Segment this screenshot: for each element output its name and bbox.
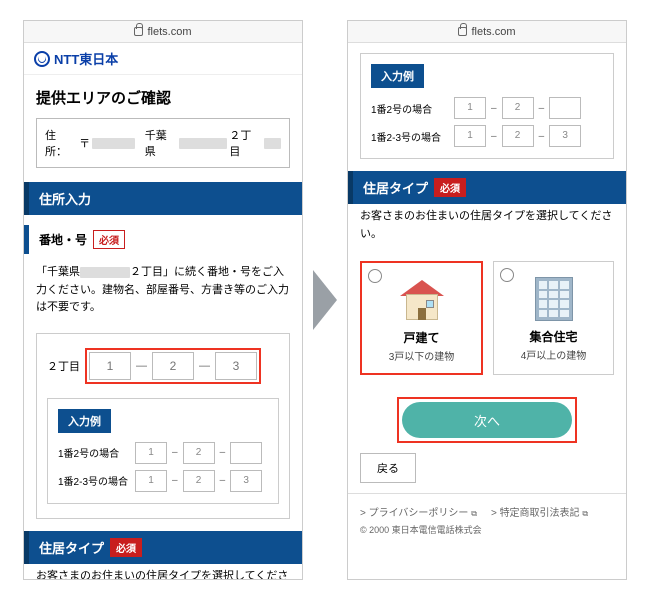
next-highlight: 次へ <box>397 397 577 443</box>
external-icon: ⧉ <box>471 509 477 518</box>
page-title: 提供エリアのご確認 <box>24 75 302 118</box>
option-apartment[interactable]: 集合住宅 4戸以上の建物 <box>493 261 614 375</box>
residence-type-options: 戸建て 3戸以下の建物 集合住宅 4戸以上の建物 <box>348 253 626 383</box>
url-text: flets.com <box>471 26 515 38</box>
example-header: 入力例 <box>371 64 424 88</box>
banchi-input-1[interactable] <box>89 352 131 380</box>
banchi-row: ２丁目 — — <box>47 348 279 384</box>
next-button[interactable]: 次へ <box>402 402 572 438</box>
phone-right: flets.com 入力例 1番2号の場合 1– 2– 1番2-3号の場合 1–… <box>347 20 627 580</box>
addr-blur-postal <box>92 138 135 149</box>
banchi-input-2[interactable] <box>152 352 194 380</box>
phone-left: flets.com NTT東日本 提供エリアのご確認 住所： 〒 千葉県 ２丁目… <box>23 20 303 580</box>
example-row-1: 1番2号の場合 1– 2– <box>371 94 603 122</box>
required-badge: 必須 <box>93 230 125 249</box>
section-residence-type: 住居タイプ 必須 <box>348 171 626 204</box>
section-address-input: 住所入力 <box>24 182 302 215</box>
addr-post-prefix: 〒 <box>79 135 90 151</box>
lock-icon <box>134 27 143 36</box>
option-detached[interactable]: 戸建て 3戸以下の建物 <box>360 261 483 375</box>
building-icon <box>500 276 607 322</box>
banchi-input-3[interactable] <box>215 352 257 380</box>
left-content: NTT東日本 提供エリアのご確認 住所： 〒 千葉県 ２丁目 住所入力 番地・号… <box>24 43 302 579</box>
lock-icon <box>458 27 467 36</box>
footer-links: > プライバシーポリシー ⧉ > 特定商取引法表記 ⧉ <box>348 493 626 523</box>
type-desc: お客さまのお住まいの住居タイプを選択してください。 <box>348 204 626 253</box>
brand-text: NTT東日本 <box>54 49 118 68</box>
brand-row: NTT東日本 <box>24 43 302 75</box>
example-row-2: 1番2-3号の場合 1– 2– 3 <box>58 467 268 495</box>
addr-pref: 千葉県 <box>145 127 177 159</box>
next-wrap: 次へ <box>348 397 626 443</box>
addr-tail: ２丁目 <box>229 127 261 159</box>
sub-banchi: 番地・号 必須 <box>24 225 302 254</box>
ntt-logo-icon <box>34 51 50 67</box>
arrow-icon <box>313 270 337 330</box>
addr-blur-city <box>179 138 228 149</box>
link-privacy[interactable]: > プライバシーポリシー ⧉ <box>360 504 477 519</box>
required-badge: 必須 <box>434 178 466 197</box>
addr-blur-end <box>264 138 282 149</box>
url-text: flets.com <box>147 26 191 38</box>
chome-label: ２丁目 <box>47 358 80 374</box>
type-desc-left: お客さまのお住まいの住居タイプを選択してください。 <box>24 564 302 579</box>
addr-label: 住所： <box>45 127 77 159</box>
banchi-desc: 「千葉県２丁目」に続く番地・号をご入力ください。建物名、部屋番号、方書き等のご入… <box>24 260 302 327</box>
back-button[interactable]: 戻る <box>360 453 416 483</box>
link-tokusho[interactable]: > 特定商取引法表記 ⧉ <box>491 504 588 519</box>
right-content: 入力例 1番2号の場合 1– 2– 1番2-3号の場合 1– 2– 3 住居タイ… <box>348 43 626 579</box>
url-bar: flets.com <box>24 21 302 43</box>
banchi-input-wrap: ２丁目 — — 入力例 1番2号の場合 1– 2– 1番2 <box>36 333 290 519</box>
url-bar: flets.com <box>348 21 626 43</box>
example-header: 入力例 <box>58 409 111 433</box>
example-row-1: 1番2号の場合 1– 2– <box>58 439 268 467</box>
copyright: © 2000 東日本電信電話株式会 <box>348 523 626 536</box>
external-icon: ⧉ <box>582 509 588 518</box>
address-box: 住所： 〒 千葉県 ２丁目 <box>36 118 290 168</box>
example-row-2: 1番2-3号の場合 1– 2– 3 <box>371 122 603 150</box>
house-icon <box>368 277 475 323</box>
required-badge: 必須 <box>110 538 142 557</box>
banchi-highlight: — — <box>85 348 261 384</box>
section-residence-type-left: 住居タイプ 必須 <box>24 531 302 564</box>
